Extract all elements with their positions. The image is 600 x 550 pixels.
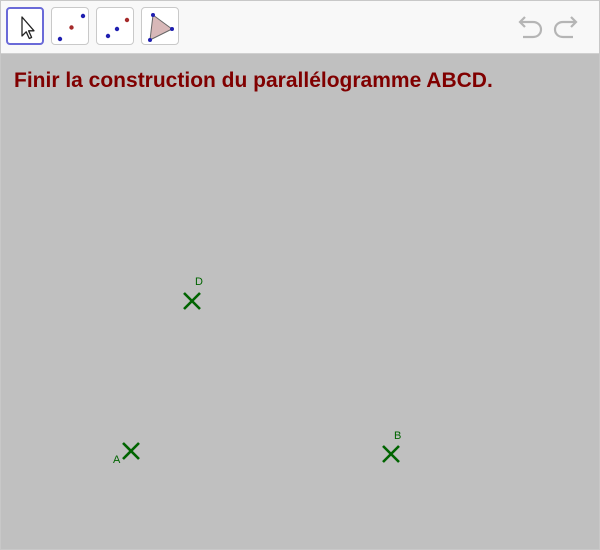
point-b-label: B <box>394 430 402 442</box>
point-b-marker[interactable] <box>381 444 401 464</box>
graphics-view[interactable]: Finir la construction du parallélogramme… <box>1 54 599 549</box>
redo-arrow-icon <box>553 16 578 39</box>
undo-arrow-icon <box>518 16 543 39</box>
move-tool-button[interactable] <box>6 7 44 45</box>
point-d-marker[interactable] <box>182 291 202 311</box>
toolbar <box>1 1 599 54</box>
point-a-marker[interactable] <box>121 441 141 461</box>
redo-button[interactable] <box>551 13 581 43</box>
point-d-label: D <box>195 276 203 288</box>
line-through-points-icon <box>105 17 130 39</box>
polygon-tool-button[interactable] <box>141 7 179 45</box>
undo-button[interactable] <box>515 13 545 43</box>
line-tool-button[interactable] <box>96 7 134 45</box>
polygon-icon <box>148 13 174 42</box>
points-icon <box>57 13 86 42</box>
point-a-label: A <box>113 454 121 466</box>
instruction-text: Finir la construction du parallélogramme… <box>14 69 493 92</box>
geogebra-applet: Finir la construction du parallélogramme… <box>0 0 600 550</box>
cursor-arrow-icon <box>21 16 35 40</box>
point-tool-button[interactable] <box>51 7 89 45</box>
